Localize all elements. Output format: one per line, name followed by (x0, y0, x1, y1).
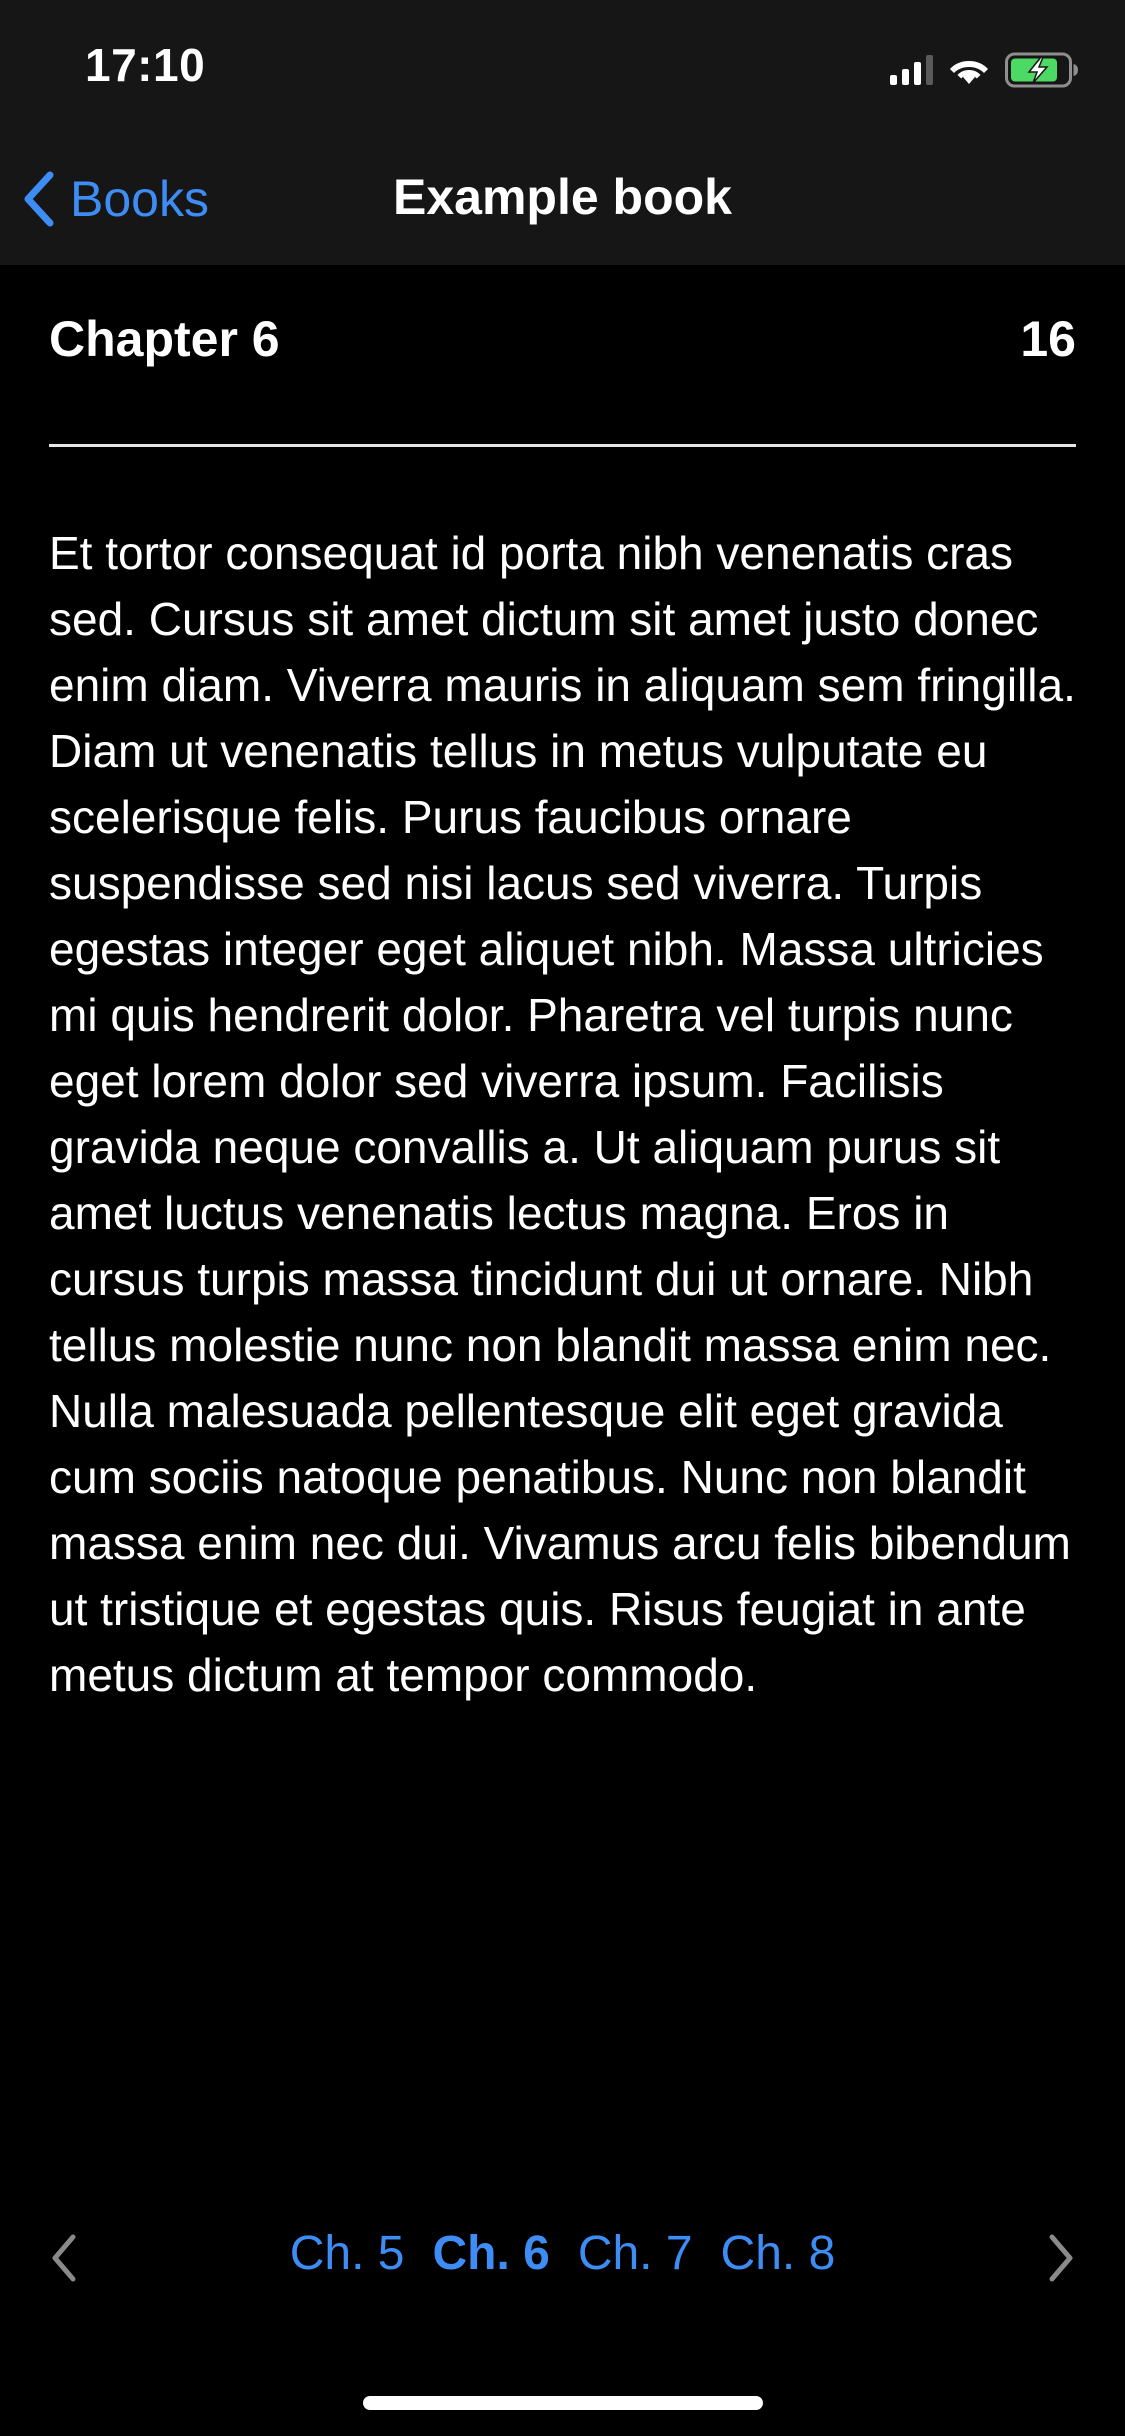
status-time: 17:10 (85, 39, 206, 91)
wifi-icon (947, 53, 991, 87)
chapter-body-text: Et tortor consequat id porta nibh venena… (49, 527, 1076, 1701)
chapter-navigation: Ch. 5 Ch. 6 Ch. 7 Ch. 8 (0, 2218, 1125, 2298)
chapter-title: Chapter 6 (49, 311, 280, 367)
battery-charging-icon (1005, 52, 1081, 88)
chapter-link-7[interactable]: Ch. 7 (578, 2226, 693, 2281)
chapter-header: Chapter 6 16 (49, 310, 1076, 368)
top-bar: 17:10 Books Example book (0, 0, 1125, 265)
chapter-link-5[interactable]: Ch. 5 (290, 2226, 405, 2281)
chapter-link-6-current[interactable]: Ch. 6 (432, 2226, 549, 2281)
next-chapter-button[interactable] (1031, 2228, 1091, 2288)
divider (49, 444, 1076, 447)
status-icons (890, 52, 1081, 88)
chevron-right-icon (1049, 2234, 1073, 2282)
chapter-links: Ch. 5 Ch. 6 Ch. 7 Ch. 8 (0, 2226, 1125, 2281)
page-number: 16 (1020, 311, 1076, 367)
chapter-link-8[interactable]: Ch. 8 (721, 2226, 836, 2281)
cellular-signal-icon (890, 55, 933, 85)
nav-title: Example book (393, 169, 732, 225)
home-indicator[interactable] (363, 2396, 763, 2410)
